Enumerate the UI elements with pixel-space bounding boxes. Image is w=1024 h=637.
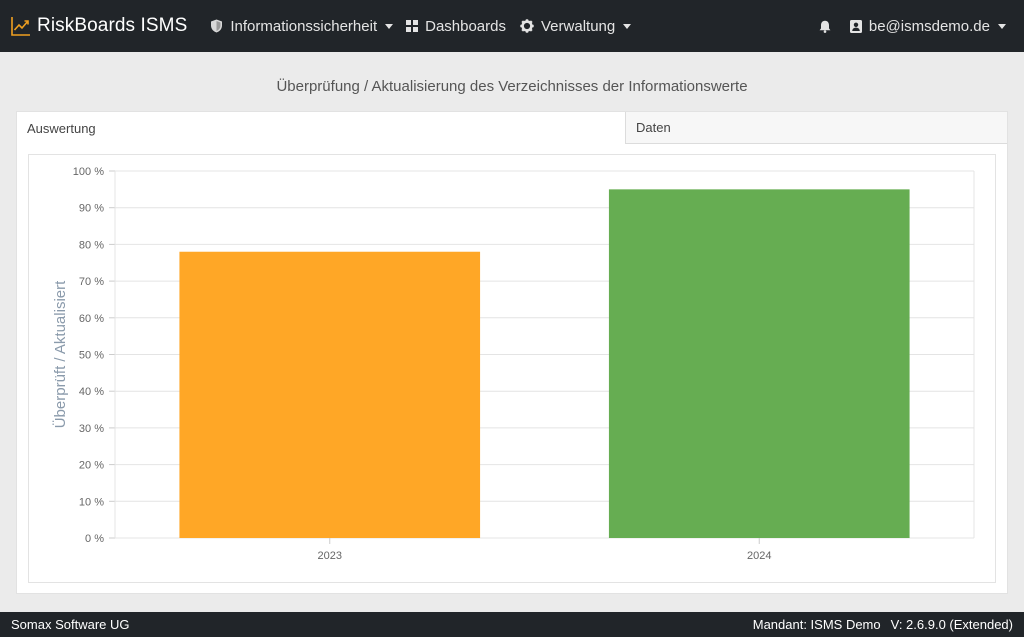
page-title: Überprüfung / Aktualisierung des Verzeic… bbox=[276, 78, 748, 95]
footer-version: V: 2.6.9.0 (Extended) bbox=[890, 617, 1013, 632]
y-tick-label: 20 % bbox=[79, 460, 104, 472]
nav-informationssicherheit[interactable]: Informationssicherheit bbox=[210, 0, 394, 52]
y-tick-label: 40 % bbox=[79, 386, 104, 398]
bell-icon[interactable] bbox=[819, 20, 831, 33]
navbar-right: be@ismsdemo.de bbox=[819, 0, 1024, 52]
user-email: be@ismsdemo.de bbox=[868, 17, 990, 35]
nav-verwaltung-label: Verwaltung bbox=[541, 17, 616, 35]
chart-line-icon bbox=[11, 17, 30, 36]
x-tick-label: 2024 bbox=[747, 550, 771, 562]
tab-auswertung-label: Auswertung bbox=[27, 120, 96, 136]
x-tick-label: 2023 bbox=[318, 550, 342, 562]
user-card-icon bbox=[849, 19, 862, 33]
bar-2023 bbox=[179, 251, 481, 538]
y-tick-label: 30 % bbox=[79, 423, 104, 435]
y-tick-label: 90 % bbox=[79, 203, 104, 215]
brand[interactable]: RiskBoards ISMS bbox=[11, 0, 187, 52]
nav-informationssicherheit-label: Informationssicherheit bbox=[230, 17, 378, 35]
grid-icon bbox=[406, 20, 419, 32]
chart-canvas: 0 % 10 % 20 % 30 % 40 % 50 % 60 % 70 % 80 % 90 % 1… bbox=[51, 166, 975, 562]
tab-daten-label: Daten bbox=[636, 120, 671, 135]
report-panel: Auswertung Daten 0 % 10 % 20 % 30 % 40 % 50 %… bbox=[16, 111, 1008, 594]
bar-2024 bbox=[608, 189, 910, 538]
tab-auswertung[interactable]: Auswertung bbox=[17, 112, 625, 144]
nav-verwaltung[interactable]: Verwaltung bbox=[520, 0, 632, 52]
gear-icon bbox=[520, 19, 534, 33]
y-tick-label: 60 % bbox=[79, 313, 104, 325]
shield-icon bbox=[210, 19, 223, 33]
nav-dashboards-label: Dashboards bbox=[425, 17, 506, 35]
footer: Somax Software UG Mandant: ISMS Demo V: … bbox=[0, 612, 1024, 637]
y-tick-label: 80 % bbox=[79, 239, 104, 251]
y-tick-label: 100 % bbox=[73, 166, 104, 178]
tab-bar: Auswertung Daten bbox=[17, 112, 1007, 144]
chevron-down-icon bbox=[623, 23, 632, 29]
footer-company: Somax Software UG bbox=[11, 617, 130, 632]
y-tick-label: 50 % bbox=[79, 350, 104, 362]
y-tick-label: 10 % bbox=[79, 496, 104, 508]
y-tick-label: 0 % bbox=[85, 533, 104, 545]
tab-daten[interactable]: Daten bbox=[625, 112, 1007, 144]
nav-dashboards[interactable]: Dashboards bbox=[406, 0, 506, 52]
y-tick-label: 70 % bbox=[79, 276, 104, 288]
chevron-down-icon bbox=[998, 23, 1006, 29]
top-navbar: RiskBoards ISMS Informationssicherheit D… bbox=[0, 0, 1024, 52]
y-axis-label: Überprüft / Aktualisiert bbox=[51, 280, 69, 428]
footer-info: Mandant: ISMS Demo V: 2.6.9.0 (Extended) bbox=[753, 617, 1013, 632]
bar-chart: 0 % 10 % 20 % 30 % 40 % 50 % 60 % 70 % 80 % 90 % 1… bbox=[28, 154, 996, 583]
brand-title: RiskBoards ISMS bbox=[37, 15, 188, 36]
user-menu[interactable]: be@ismsdemo.de bbox=[849, 0, 1006, 52]
footer-mandant: Mandant: ISMS Demo bbox=[752, 617, 881, 632]
chevron-down-icon bbox=[385, 23, 394, 29]
